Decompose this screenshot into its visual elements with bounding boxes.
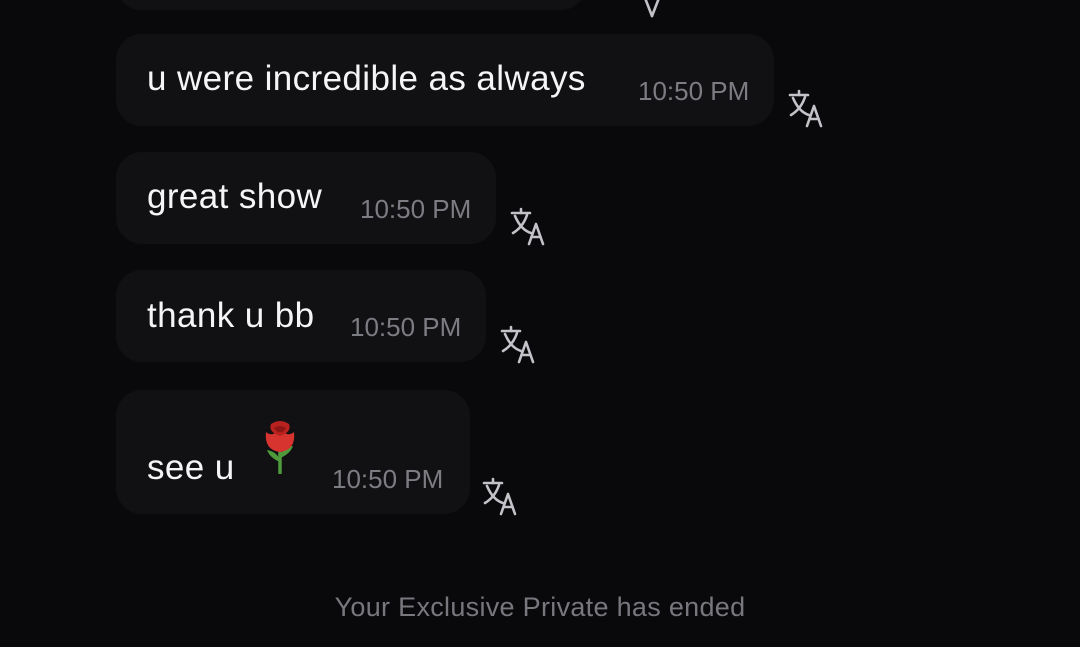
message-bubble[interactable]: u were incredible as always 10:50 PM (116, 34, 774, 126)
translate-icon[interactable] (482, 476, 522, 516)
translate-icon[interactable] (500, 324, 540, 364)
rose-emoji (259, 418, 301, 479)
message-timestamp: 10:50 PM (332, 464, 444, 494)
session-ended-notice: Your Exclusive Private has ended (334, 592, 746, 622)
message-text: see u (147, 448, 235, 487)
message-timestamp: 10:50 PM (360, 194, 472, 224)
translate-icon[interactable] (510, 206, 550, 246)
message-text: great show (147, 177, 323, 216)
chat-thread: u were incredible as always 10:50 PM gre… (0, 0, 1080, 647)
translate-icon[interactable] (788, 88, 828, 128)
translate-icon[interactable] (626, 0, 666, 18)
message-timestamp: 10:50 PM (638, 76, 750, 106)
message-bubble[interactable]: great show 10:50 PM (116, 152, 496, 244)
message-text: u were incredible as always (147, 59, 586, 98)
message-bubble[interactable]: see u 10:50 PM (116, 390, 470, 514)
message-bubble[interactable]: thank u bb 10:50 PM (116, 270, 486, 362)
message-bubble-partial[interactable] (116, 0, 586, 10)
message-timestamp: 10:50 PM (350, 312, 462, 342)
message-text: thank u bb (147, 296, 315, 335)
